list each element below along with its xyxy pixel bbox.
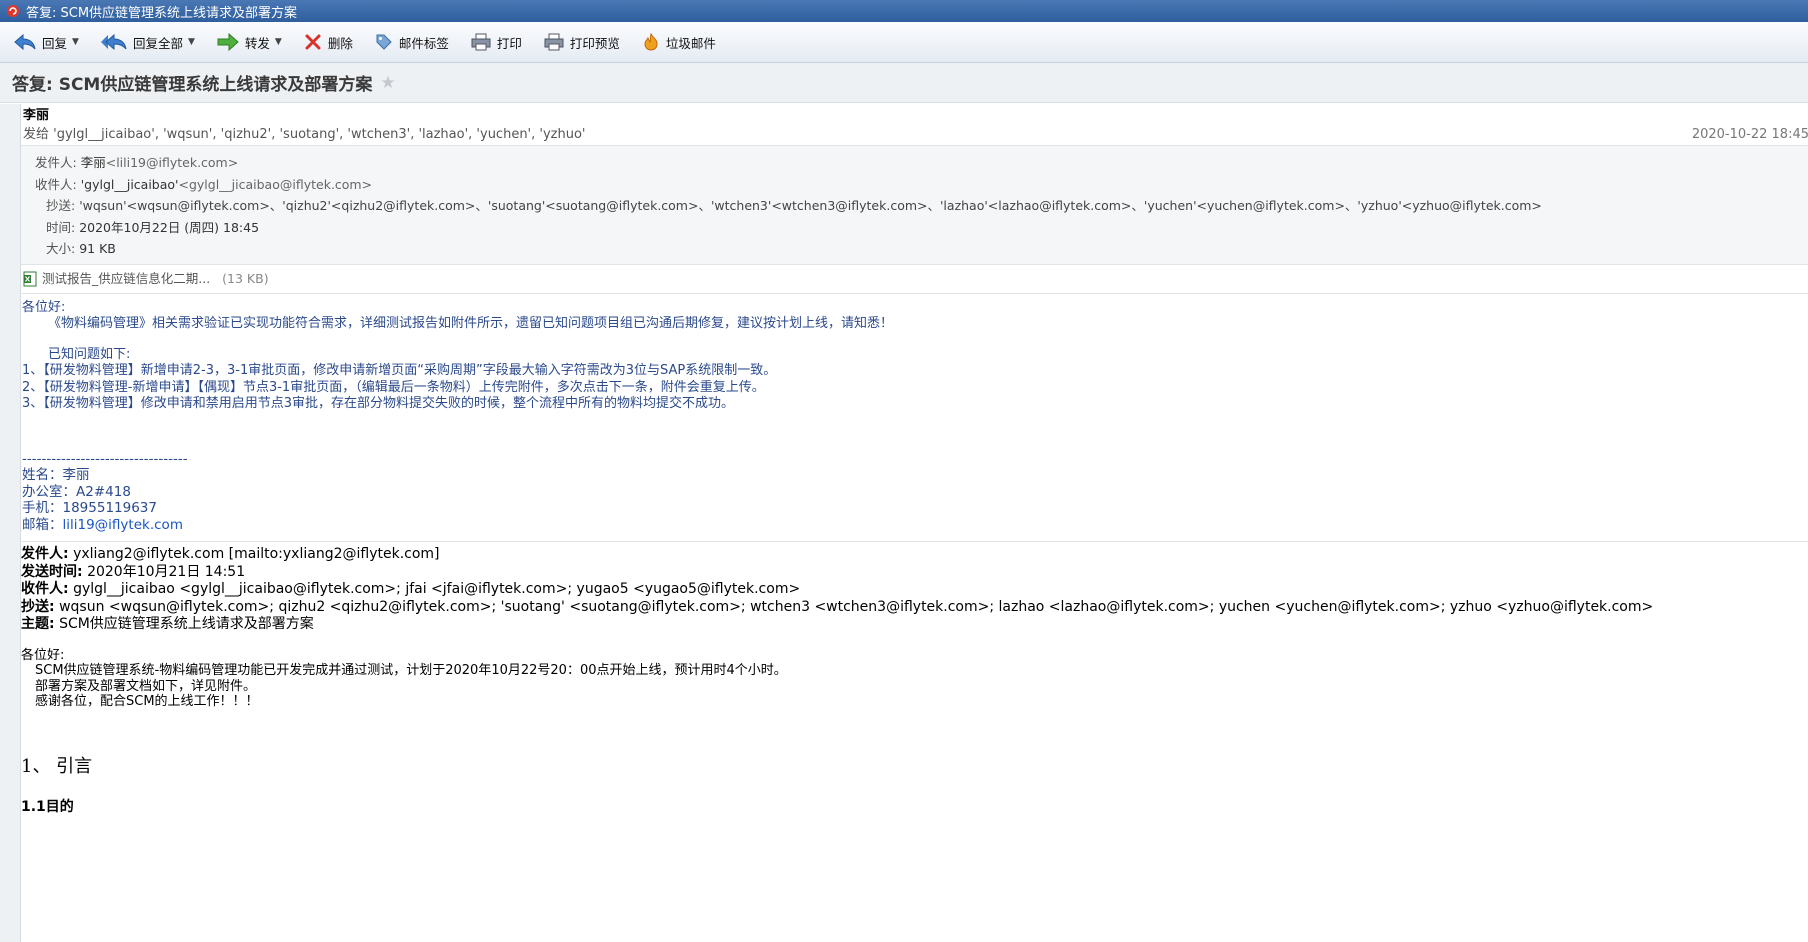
detail-size: 大小: 91 KB — [46, 241, 116, 257]
junk-flame-icon — [644, 33, 658, 51]
delete-icon — [305, 34, 321, 50]
signature-name: 姓名：李丽 — [22, 467, 90, 484]
signature-email-link[interactable]: lili19@iflytek.com — [63, 517, 183, 533]
printer-icon — [471, 33, 491, 51]
attachment-item[interactable]: 测试报告_供应链信息化二期... (13 KB) — [21, 265, 1808, 294]
detail-cc: 抄送: 'wqsun'<wqsun@iflytek.com>、'qizhu2'<… — [46, 198, 1542, 214]
window-title: 答复: SCM供应链管理系统上线请求及部署方案 — [26, 5, 298, 21]
quoted-sent: 发送时间: 2020年10月21日 14:51 — [21, 563, 246, 580]
subject-header: 答复: SCM供应链管理系统上线请求及部署方案 ★ — [0, 63, 1808, 103]
detail-time: 时间: 2020年10月22日 (周四) 18:45 — [46, 219, 260, 235]
delete-button[interactable]: 删除 — [304, 33, 353, 52]
chevron-down-icon[interactable]: ▼ — [188, 37, 195, 47]
quoted-message: 发件人: yxliang2@iflytek.com [mailto:yxlian… — [21, 541, 1808, 817]
quoted-body: 各位好: SCM供应链管理系统-物料编码管理功能已开发完成并通过测试，计划于20… — [21, 648, 1808, 710]
message-body: 各位好: 《物料编码管理》相关需求验证已实现功能符合需求，详细测试报告如附件所示… — [21, 294, 1808, 534]
signature-email: 邮箱：lili19@iflytek.com — [22, 516, 183, 533]
attachment-size: (13 KB) — [222, 270, 269, 286]
tag-icon — [376, 34, 392, 50]
quoted-line: SCM供应链管理系统-物料编码管理功能已开发完成并通过测试，计划于2020年10… — [35, 663, 787, 679]
message-frame: 李丽 发给 'gylgl__jicaibao', 'wqsun', 'qizhu… — [0, 104, 1808, 942]
issue-item: 3、【研发物料管理】修改申请和禁用启用节点3审批，存在部分物料提交失败的时候，整… — [22, 396, 735, 412]
star-icon[interactable]: ★ — [380, 73, 395, 93]
mail-tag-button[interactable]: 邮件标签 — [375, 33, 449, 52]
quoted-to: 收件人: gylgl__jicaibao <gylgl__jicaibao@if… — [21, 581, 801, 598]
sender-summary: 李丽 发给 'gylgl__jicaibao', 'wqsun', 'qizhu… — [21, 104, 1808, 145]
section-heading-1-1: 1.1目的 — [21, 799, 74, 816]
quoted-from: 发件人: yxliang2@iflytek.com [mailto:yxlian… — [21, 546, 440, 563]
forward-button[interactable]: 转发 ▼ — [217, 33, 282, 52]
message-date: 2020-10-22 18:45 — [1691, 127, 1808, 142]
chevron-down-icon[interactable]: ▼ — [72, 37, 79, 47]
reply-all-icon — [100, 33, 127, 51]
signature-office: 办公室：A2#418 — [22, 483, 131, 500]
forward-icon — [217, 33, 239, 51]
message-details: 发件人: 李丽<lili19@iflytek.com> 收件人: 'gylgl_… — [21, 145, 1808, 265]
issues-title: 已知问题如下: — [48, 346, 131, 362]
detail-to: 收件人: 'gylgl__jicaibao'<gylgl__jicaibao@i… — [35, 176, 373, 192]
attachment-name[interactable]: 测试报告_供应链信息化二期... — [42, 265, 210, 293]
quoted-line: 感谢各位，配合SCM的上线工作！！！ — [35, 694, 259, 710]
junk-mail-button[interactable]: 垃圾邮件 — [642, 33, 716, 52]
issue-item: 2、【研发物料管理-新增申请】【偶现】节点3-1审批页面，（编辑最后一条物料）上… — [22, 379, 765, 395]
window-titlebar: 答复: SCM供应链管理系统上线请求及部署方案 — [0, 0, 1808, 22]
body-greeting: 各位好: — [22, 299, 66, 315]
mail-toolbar: 回复 ▼ 回复全部 ▼ 转发 ▼ 删除 邮件标签 打印 打印预览 垃圾邮件 — [0, 22, 1808, 63]
reply-button[interactable]: 回复 ▼ — [14, 33, 79, 52]
quoted-subject: 主题: SCM供应链管理系统上线请求及部署方案 — [21, 616, 314, 633]
detail-from: 发件人: 李丽<lili19@iflytek.com> — [35, 155, 239, 170]
left-strip — [0, 104, 20, 942]
print-preview-icon — [544, 33, 564, 51]
message-content: 李丽 发给 'gylgl__jicaibao', 'wqsun', 'qizhu… — [20, 104, 1808, 942]
chevron-down-icon[interactable]: ▼ — [275, 37, 282, 47]
reply-all-button[interactable]: 回复全部 ▼ — [100, 33, 195, 52]
signature-divider: ---------------------------------- — [22, 450, 188, 467]
app-logo-icon — [7, 5, 19, 17]
body-paragraph: 《物料编码管理》相关需求验证已实现功能符合需求，详细测试报告如附件所示，遗留已知… — [48, 316, 894, 332]
excel-file-icon — [23, 271, 37, 287]
issue-item: 1、【研发物料管理】新增申请2-3，3-1审批页面，修改申请新增页面“采购周期”… — [22, 363, 777, 379]
signature-block: ---------------------------------- 姓名：李丽… — [22, 451, 1808, 534]
quoted-cc: 抄送: wqsun <wqsun@iflytek.com>; qizhu2 <q… — [21, 598, 1654, 615]
sender-name: 李丽 — [23, 108, 50, 123]
reply-icon — [14, 33, 36, 51]
recipients-summary: 发给 'gylgl__jicaibao', 'wqsun', 'qizhu2',… — [23, 125, 1808, 145]
mail-subject: 答复: SCM供应链管理系统上线请求及部署方案 — [12, 75, 373, 95]
print-button[interactable]: 打印 — [471, 33, 522, 52]
print-preview-button[interactable]: 打印预览 — [544, 33, 620, 52]
section-heading-1: 1、 引言 — [21, 755, 93, 777]
signature-phone: 手机：18955119637 — [22, 500, 157, 517]
quoted-greeting: 各位好: — [21, 647, 65, 663]
quoted-line: 部署方案及部署文档如下，详见附件。 — [35, 678, 257, 694]
